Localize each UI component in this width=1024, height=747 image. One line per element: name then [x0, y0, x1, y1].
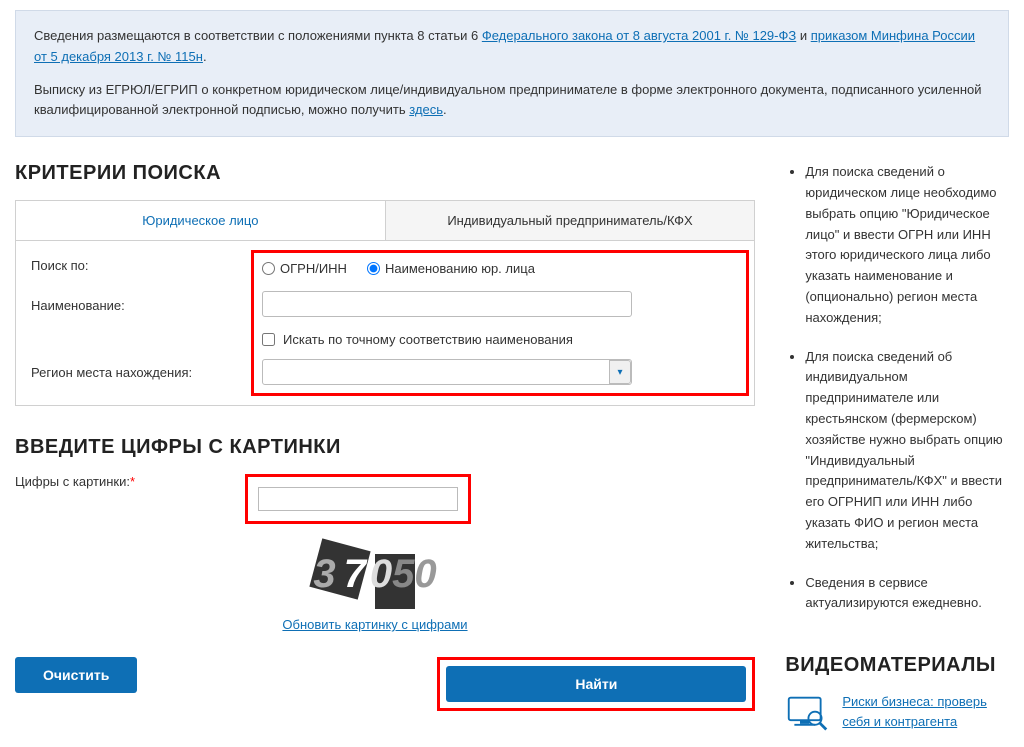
captcha-label: Цифры с картинки:*: [15, 474, 245, 489]
info-text: Сведения размещаются в соответствии с по…: [34, 28, 482, 43]
exact-match-label: Искать по точному соответствию наименова…: [283, 332, 573, 347]
captcha-input[interactable]: [258, 487, 458, 511]
law-link-1[interactable]: Федерального закона от 8 августа 2001 г.…: [482, 28, 796, 43]
radio-name[interactable]: Наименованию юр. лица: [367, 261, 535, 276]
refresh-captcha-link[interactable]: Обновить картинку с цифрами: [282, 617, 467, 632]
entity-tabs: Юридическое лицо Индивидуальный предприн…: [15, 200, 755, 241]
info-text: .: [443, 102, 447, 117]
captcha-heading: ВВЕДИТЕ ЦИФРЫ С КАРТИНКИ: [15, 436, 755, 459]
search-heading: КРИТЕРИИ ПОИСКА: [15, 162, 755, 185]
radio-name-input[interactable]: [367, 262, 380, 275]
help-item-1: Для поиска сведений о юридическом лице н…: [805, 162, 1009, 328]
help-item-3: Сведения в сервисе актуализируются ежедн…: [805, 573, 1009, 615]
chevron-down-icon[interactable]: ▾: [609, 360, 631, 384]
name-input[interactable]: [262, 291, 632, 317]
radio-ogrn-inn[interactable]: ОГРН/ИНН: [262, 261, 347, 276]
clear-button[interactable]: Очистить: [15, 657, 137, 693]
radio-name-label: Наименованию юр. лица: [385, 261, 535, 276]
region-select[interactable]: [262, 359, 632, 385]
info-paragraph-1: Сведения размещаются в соответствии с по…: [34, 26, 990, 68]
info-box: Сведения размещаются в соответствии с по…: [15, 10, 1009, 137]
monitor-search-icon: [785, 692, 830, 737]
find-button[interactable]: Найти: [446, 666, 746, 702]
search-by-radio-group: ОГРН/ИНН Наименованию юр. лица: [262, 261, 738, 276]
label-name: Наименование:: [31, 298, 125, 313]
video-link-1[interactable]: Риски бизнеса: проверь себя и контрагент…: [842, 692, 1009, 731]
search-form: ОГРН/ИНН Наименованию юр. лица: [15, 241, 755, 406]
tab-individual-entrepreneur[interactable]: Индивидуальный предприниматель/КФХ: [386, 201, 755, 240]
extract-link[interactable]: здесь: [409, 102, 443, 117]
info-text: и: [796, 28, 811, 43]
radio-ogrn-label: ОГРН/ИНН: [280, 261, 347, 276]
captcha-image: 3 7 0 5 0: [285, 539, 465, 609]
highlight-find-button: Найти: [437, 657, 755, 711]
info-text: .: [203, 49, 207, 64]
highlight-search-fields: ОГРН/ИНН Наименованию юр. лица: [251, 250, 749, 396]
label-searchby: Поиск по:: [31, 258, 89, 273]
exact-match-checkbox[interactable]: [262, 333, 275, 346]
help-list: Для поиска сведений о юридическом лице н…: [785, 162, 1009, 614]
info-text: Выписку из ЕГРЮЛ/ЕГРИП о конкретном юрид…: [34, 82, 982, 118]
required-mark: *: [130, 474, 135, 489]
video-heading: ВИДЕОМАТЕРИАЛЫ: [785, 654, 1009, 677]
radio-ogrn-input[interactable]: [262, 262, 275, 275]
info-paragraph-2: Выписку из ЕГРЮЛ/ЕГРИП о конкретном юрид…: [34, 80, 990, 122]
help-item-2: Для поиска сведений об индивидуальном пр…: [805, 347, 1009, 555]
highlight-captcha-input: [245, 474, 471, 524]
label-region: Регион места нахождения:: [31, 365, 192, 380]
tab-legal-entity[interactable]: Юридическое лицо: [16, 201, 386, 240]
